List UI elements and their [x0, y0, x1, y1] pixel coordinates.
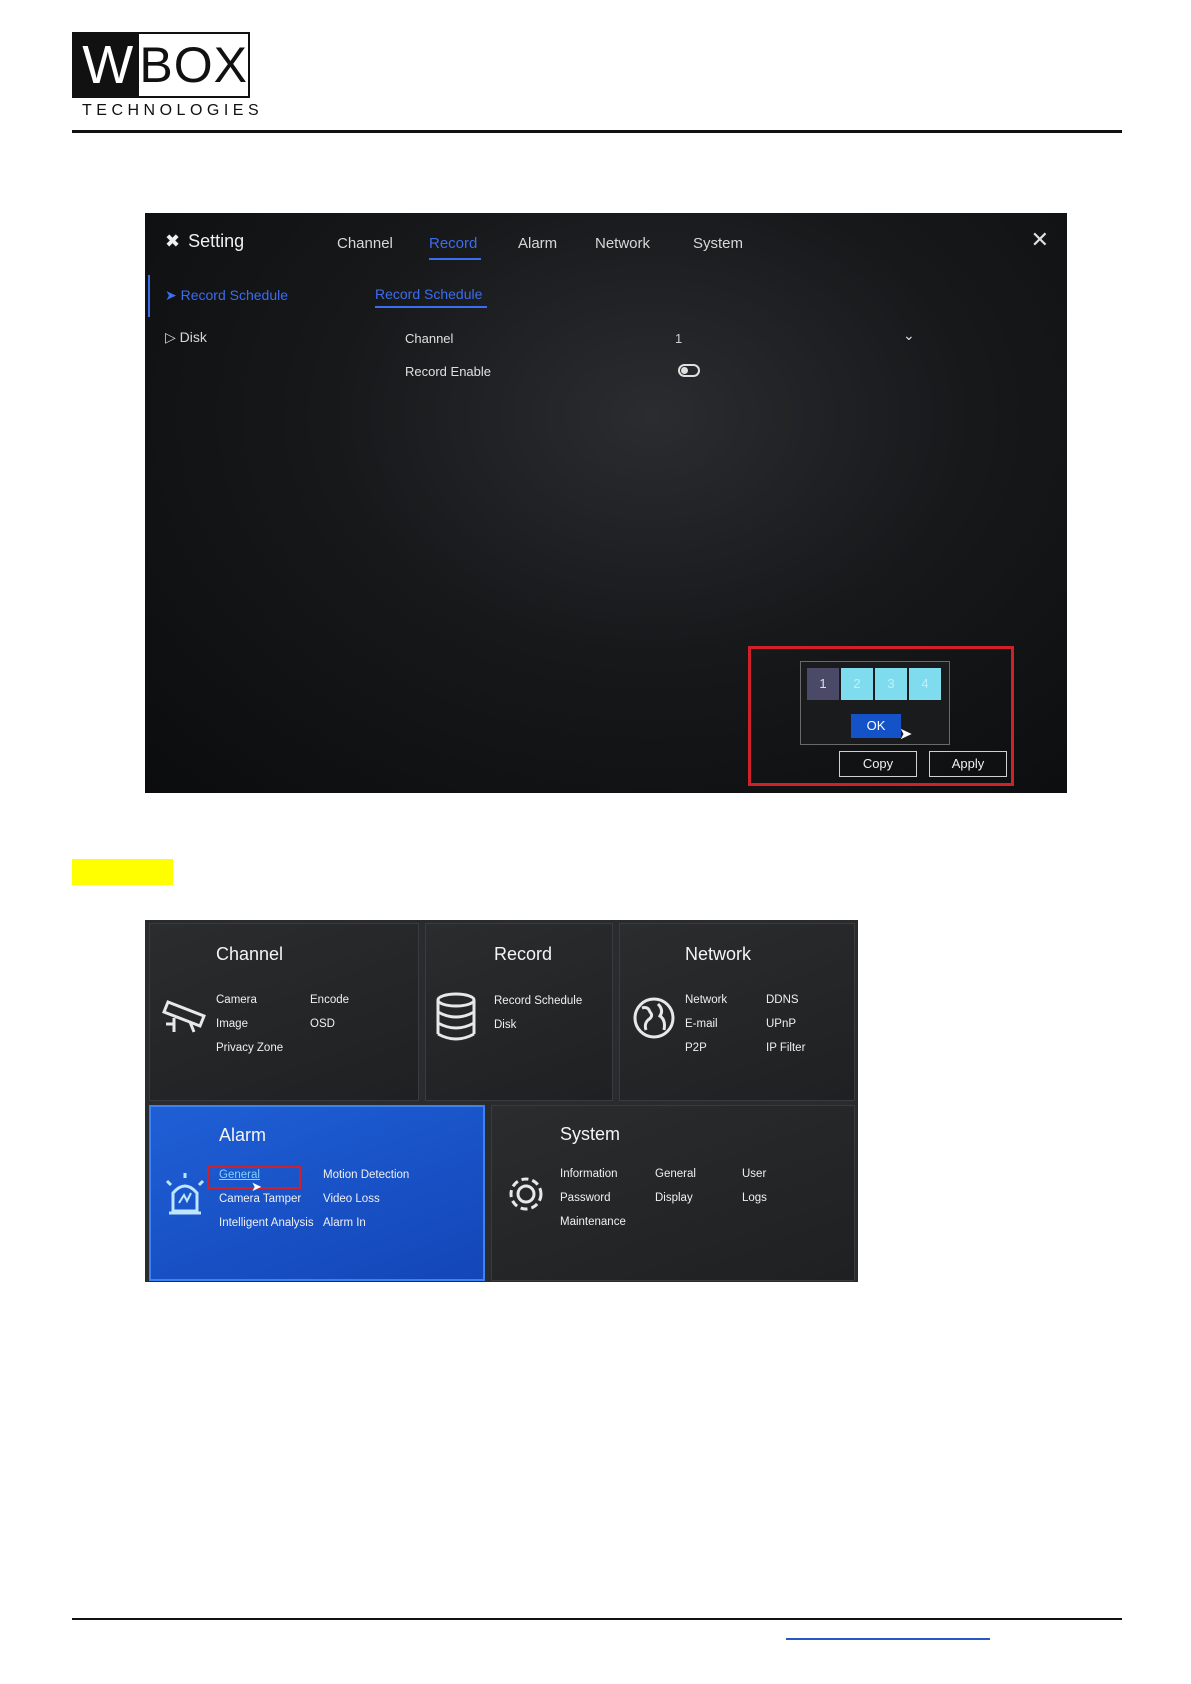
copy-channel-popup: 1 2 3 4 OK ➤	[800, 661, 950, 745]
menu-item-logs[interactable]: Logs	[742, 1192, 767, 1204]
menu-item-image[interactable]: Image	[216, 1018, 248, 1030]
system-panel[interactable]: System Information General User Password…	[491, 1105, 855, 1281]
header-divider	[72, 130, 1122, 133]
tab-alarm[interactable]: Alarm	[518, 235, 557, 252]
menu-item-email[interactable]: E-mail	[685, 1018, 718, 1030]
alarm-panel[interactable]: Alarm General Motion Detection Camera Ta…	[149, 1105, 485, 1281]
copy-channel-3[interactable]: 3	[875, 668, 907, 700]
channel-panel-title: Channel	[216, 944, 284, 964]
settings-title: ✖ Setting	[165, 231, 244, 252]
record-enable-toggle[interactable]	[678, 364, 700, 377]
apply-button[interactable]: Apply	[929, 751, 1007, 777]
menu-item-ip-filter[interactable]: IP Filter	[766, 1042, 805, 1054]
menu-item-osd[interactable]: OSD	[310, 1018, 335, 1030]
sidebar-active-indicator	[148, 275, 150, 317]
menu-item-ddns[interactable]: DDNS	[766, 994, 799, 1006]
menu-item-video-loss[interactable]: Video Loss	[323, 1193, 380, 1205]
copy-channel-1[interactable]: 1	[807, 668, 839, 700]
menu-item-privacy-zone[interactable]: Privacy Zone	[216, 1042, 283, 1054]
channel-panel[interactable]: Channel Camera Encode Image OSD Privacy …	[149, 923, 419, 1101]
logo-letter: W	[74, 34, 140, 96]
tools-icon: ✖	[165, 231, 181, 251]
subtab-record-schedule[interactable]: Record Schedule	[375, 286, 482, 302]
menu-item-intelligent-analysis[interactable]: Intelligent Analysis	[219, 1217, 314, 1229]
network-panel[interactable]: Network Network DDNS E-mail UPnP P2P IP …	[619, 923, 855, 1101]
menu-item-network[interactable]: Network	[685, 994, 727, 1006]
menu-item-alarm-in[interactable]: Alarm In	[323, 1217, 366, 1229]
menu-item-upnp[interactable]: UPnP	[766, 1018, 796, 1030]
footer-link-underline[interactable]	[786, 1638, 990, 1640]
channel-label: Channel	[405, 331, 454, 346]
menu-item-maintenance[interactable]: Maintenance	[560, 1216, 626, 1228]
globe-icon	[633, 997, 675, 1039]
menu-item-disk[interactable]: Disk	[494, 1019, 516, 1031]
menu-item-camera[interactable]: Camera	[216, 994, 257, 1006]
sidebar-item-record-schedule[interactable]: ➤ Record Schedule	[165, 287, 288, 304]
menu-item-password[interactable]: Password	[560, 1192, 611, 1204]
wbox-logo: W BOX TECHNOLOGIES	[72, 32, 259, 122]
mouse-cursor-icon: ➤	[899, 726, 913, 743]
mouse-cursor-icon: ➤	[251, 1179, 262, 1194]
network-panel-title: Network	[685, 944, 752, 964]
copy-channel-4[interactable]: 4	[909, 668, 941, 700]
camera-icon	[162, 1000, 206, 1033]
menu-item-motion-detection[interactable]: Motion Detection	[323, 1169, 409, 1181]
sidebar-item-disk[interactable]: ▷ Disk	[165, 329, 207, 346]
logo-subtitle: TECHNOLOGIES	[82, 102, 264, 119]
gear-icon	[509, 1177, 543, 1211]
record-panel-title: Record	[494, 944, 553, 964]
chevron-down-icon[interactable]: ⌄	[903, 327, 915, 344]
main-menu-screenshot: Channel Camera Encode Image OSD Privacy …	[145, 920, 858, 1282]
disk-stack-icon	[436, 992, 476, 1041]
menu-item-system-general[interactable]: General	[655, 1168, 696, 1180]
copy-button[interactable]: Copy	[839, 751, 917, 777]
record-panel[interactable]: Record Record Schedule Disk	[425, 923, 613, 1101]
menu-item-display[interactable]: Display	[655, 1192, 693, 1204]
logo-word: BOX	[139, 37, 248, 93]
menu-item-p2p[interactable]: P2P	[685, 1042, 707, 1054]
ok-button[interactable]: OK	[851, 714, 901, 738]
record-enable-label: Record Enable	[405, 364, 491, 379]
menu-item-user[interactable]: User	[742, 1168, 766, 1180]
tab-channel[interactable]: Channel	[337, 235, 393, 252]
tab-record-underline	[429, 258, 481, 260]
tab-record[interactable]: Record	[429, 235, 477, 252]
footer-divider	[72, 1618, 1122, 1620]
siren-icon	[165, 1173, 205, 1215]
menu-item-encode[interactable]: Encode	[310, 994, 349, 1006]
subtab-underline	[375, 306, 487, 308]
copy-channel-2[interactable]: 2	[841, 668, 873, 700]
tab-system[interactable]: System	[693, 235, 743, 252]
yellow-highlight-mark	[72, 859, 173, 885]
tab-network[interactable]: Network	[595, 235, 650, 252]
logo-box: W BOX	[72, 32, 250, 98]
channel-select-value[interactable]: 1	[675, 331, 682, 346]
close-icon[interactable]: ✕	[1031, 227, 1049, 253]
menu-item-information[interactable]: Information	[560, 1168, 618, 1180]
menu-item-record-schedule[interactable]: Record Schedule	[494, 995, 582, 1007]
record-settings-screenshot: ✖ Setting Channel Record Alarm Network S…	[145, 213, 1067, 793]
settings-title-text: Setting	[188, 231, 245, 251]
alarm-panel-title: Alarm	[219, 1125, 267, 1145]
system-panel-title: System	[560, 1124, 621, 1144]
